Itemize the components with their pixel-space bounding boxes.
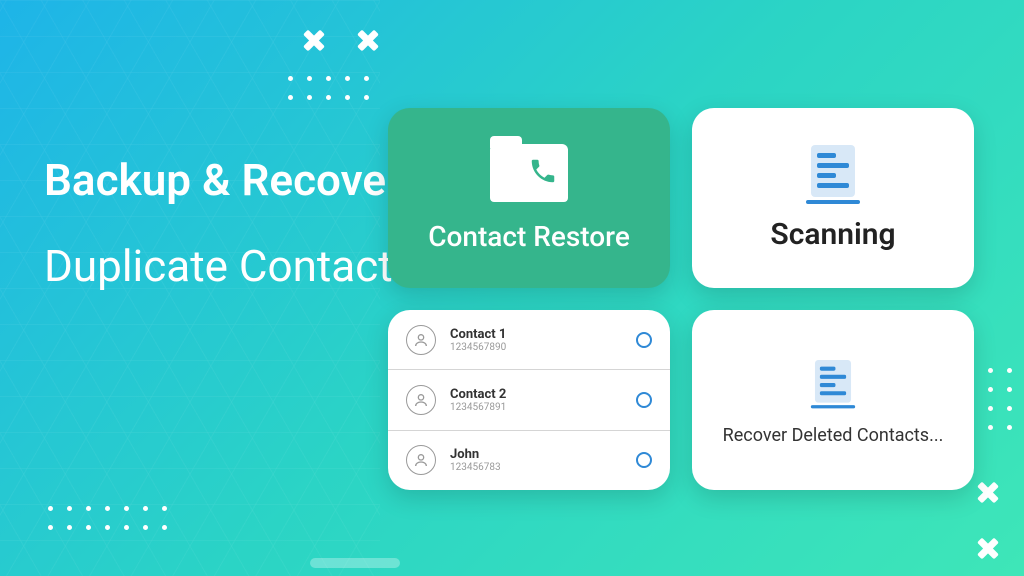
dot-grid-decoration (288, 76, 369, 100)
cards-grid: Contact Restore Scanning Contact 1 12345… (388, 108, 974, 490)
avatar-icon (406, 325, 436, 355)
dot-grid-decoration (48, 506, 167, 530)
x-decoration-icon (976, 536, 1000, 560)
contact-info: John 123456783 (450, 447, 636, 473)
recover-label: Recover Deleted Contacts... (723, 425, 944, 446)
folder-phone-icon (490, 144, 568, 202)
contact-name: Contact 2 (450, 387, 636, 402)
contact-list-card[interactable]: Contact 1 1234567890 Contact 2 123456789… (388, 310, 670, 490)
x-decoration-icon (302, 28, 326, 52)
contact-radio[interactable] (636, 392, 652, 408)
bottom-line-decoration (310, 558, 400, 568)
contact-number: 1234567891 (450, 402, 636, 413)
contact-restore-card[interactable]: Contact Restore (388, 108, 670, 288)
document-scan-icon (806, 145, 860, 201)
contact-row[interactable]: John 123456783 (388, 431, 670, 490)
x-decoration-icon (356, 28, 380, 52)
contact-row[interactable]: Contact 1 1234567890 (388, 310, 670, 370)
contact-radio[interactable] (636, 452, 652, 468)
contact-restore-label: Contact Restore (428, 220, 630, 253)
contact-info: Contact 1 1234567890 (450, 327, 636, 353)
avatar-icon (406, 445, 436, 475)
contact-row[interactable]: Contact 2 1234567891 (388, 370, 670, 430)
recover-deleted-card[interactable]: Recover Deleted Contacts... (692, 310, 974, 490)
contact-number: 123456783 (450, 462, 636, 473)
contact-name: Contact 1 (450, 327, 636, 342)
scanning-label: Scanning (770, 217, 895, 252)
contact-radio[interactable] (636, 332, 652, 348)
contact-name: John (450, 447, 636, 462)
x-decoration-icon (976, 480, 1000, 504)
dot-grid-decoration (969, 368, 1012, 430)
scanning-card[interactable]: Scanning (692, 108, 974, 288)
avatar-icon (406, 385, 436, 415)
document-icon (811, 360, 855, 406)
contact-number: 1234567890 (450, 342, 636, 353)
contact-info: Contact 2 1234567891 (450, 387, 636, 413)
